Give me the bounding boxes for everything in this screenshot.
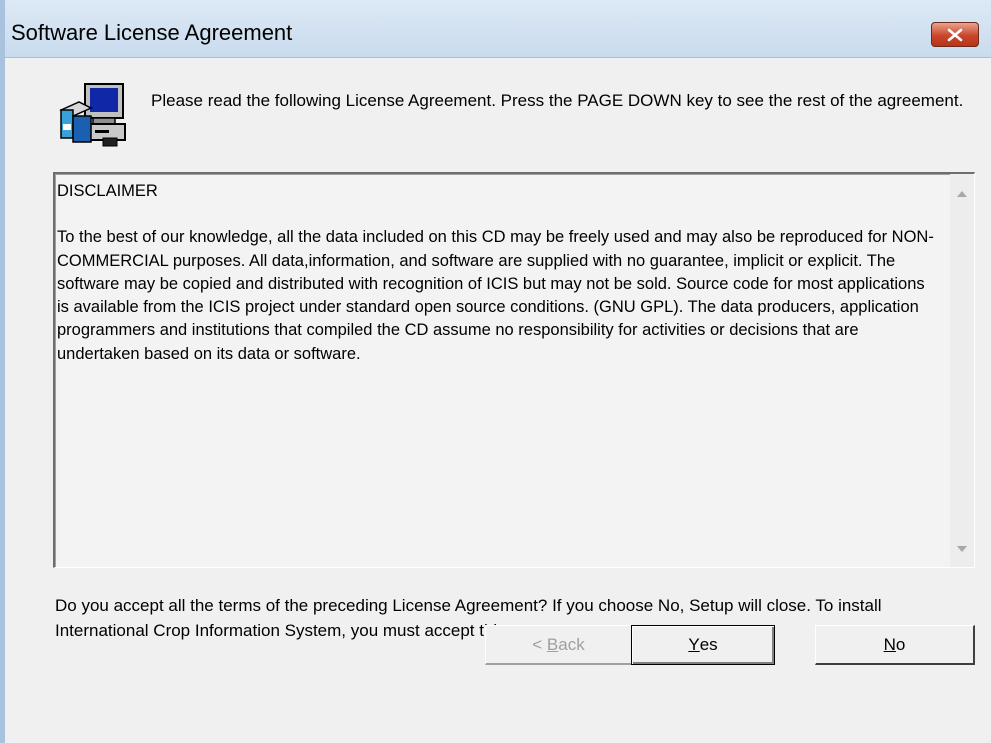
- back-button-accel: B: [546, 634, 559, 654]
- license-heading: DISCLAIMER: [57, 182, 158, 200]
- scroll-up-arrow-icon: [957, 191, 967, 197]
- close-button[interactable]: [931, 22, 979, 47]
- no-button-rest: o: [895, 634, 906, 654]
- yes-button[interactable]: Yes: [631, 625, 775, 665]
- license-body: To the best of our knowledge, all the da…: [57, 228, 934, 363]
- no-button-accel: N: [883, 634, 896, 654]
- title-bar[interactable]: Software License Agreement: [5, 0, 991, 58]
- scroll-down-button[interactable]: [950, 537, 974, 561]
- no-button[interactable]: No: [815, 625, 975, 665]
- license-content: DISCLAIMER To the best of our knowledge,…: [57, 180, 937, 366]
- license-text-area[interactable]: DISCLAIMER To the best of our knowledge,…: [53, 172, 975, 568]
- setup-computer-icon: [59, 83, 126, 147]
- back-button-rest: ack: [558, 634, 585, 654]
- vertical-scrollbar[interactable]: [950, 174, 974, 567]
- yes-button-accel: Y: [688, 635, 700, 654]
- license-dialog: Software License Agreement Please read t…: [0, 0, 991, 743]
- back-button[interactable]: < Back: [485, 625, 633, 665]
- window-title: Software License Agreement: [11, 20, 293, 45]
- yes-button-rest: es: [699, 635, 718, 654]
- scroll-up-button[interactable]: [950, 182, 974, 206]
- scroll-down-arrow-icon: [957, 546, 967, 552]
- close-icon: [947, 28, 963, 41]
- intro-text: Please read the following License Agreem…: [151, 91, 964, 110]
- back-button-prefix: <: [532, 634, 547, 654]
